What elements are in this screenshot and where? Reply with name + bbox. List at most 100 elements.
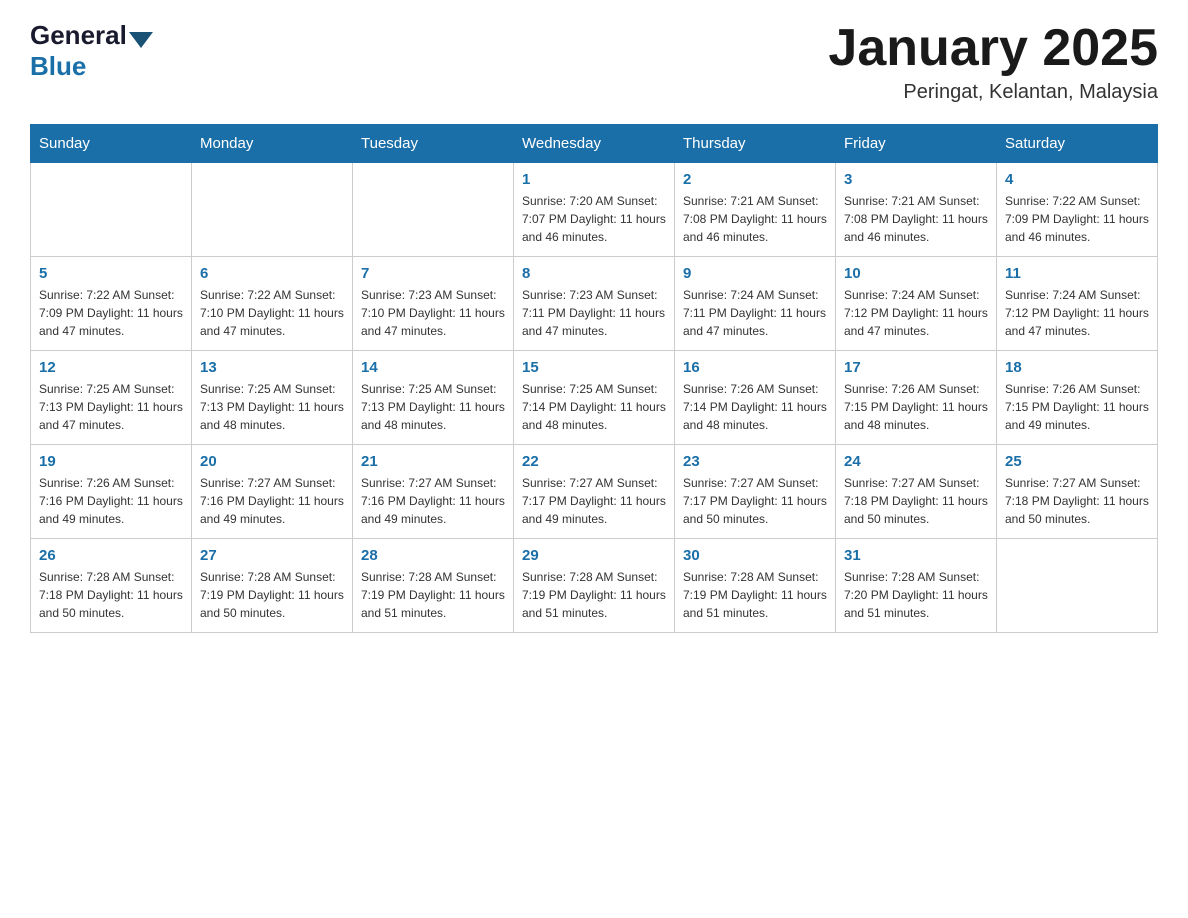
day-info: Sunrise: 7:27 AM Sunset: 7:17 PM Dayligh… [683,474,827,528]
calendar-week-row: 12 Sunrise: 7:25 AM Sunset: 7:13 PM Dayli… [31,351,1158,445]
day-info: Sunrise: 7:25 AM Sunset: 7:13 PM Dayligh… [200,380,344,434]
day-info: Sunrise: 7:28 AM Sunset: 7:20 PM Dayligh… [844,568,988,622]
calendar-cell: 10 Sunrise: 7:24 AM Sunset: 7:12 PM Dayli… [836,257,997,351]
day-number: 26 [39,547,183,564]
day-info: Sunrise: 7:21 AM Sunset: 7:08 PM Dayligh… [683,192,827,246]
day-info: Sunrise: 7:27 AM Sunset: 7:18 PM Dayligh… [844,474,988,528]
day-number: 5 [39,265,183,282]
day-info: Sunrise: 7:25 AM Sunset: 7:13 PM Dayligh… [39,380,183,434]
day-number: 13 [200,359,344,376]
day-info: Sunrise: 7:27 AM Sunset: 7:16 PM Dayligh… [361,474,505,528]
calendar-week-row: 26 Sunrise: 7:28 AM Sunset: 7:18 PM Dayli… [31,539,1158,633]
calendar-cell: 16 Sunrise: 7:26 AM Sunset: 7:14 PM Dayli… [675,351,836,445]
day-info: Sunrise: 7:28 AM Sunset: 7:19 PM Dayligh… [361,568,505,622]
calendar-cell [997,539,1158,633]
calendar-cell: 20 Sunrise: 7:27 AM Sunset: 7:16 PM Dayli… [192,445,353,539]
calendar-cell: 28 Sunrise: 7:28 AM Sunset: 7:19 PM Dayli… [353,539,514,633]
page-header: General Blue January 2025 Peringat, Kela… [30,20,1158,104]
day-info: Sunrise: 7:28 AM Sunset: 7:19 PM Dayligh… [200,568,344,622]
day-number: 10 [844,265,988,282]
calendar-cell: 21Sunrise: 7:27 AM Sunset: 7:16 PM Dayli… [353,445,514,539]
day-info: Sunrise: 7:21 AM Sunset: 7:08 PM Dayligh… [844,192,988,246]
day-info: Sunrise: 7:23 AM Sunset: 7:11 PM Dayligh… [522,286,666,340]
calendar-cell: 4 Sunrise: 7:22 AM Sunset: 7:09 PM Daylig… [997,163,1158,257]
day-info: Sunrise: 7:22 AM Sunset: 7:09 PM Dayligh… [39,286,183,340]
calendar-cell: 2Sunrise: 7:21 AM Sunset: 7:08 PM Daylig… [675,163,836,257]
day-info: Sunrise: 7:23 AM Sunset: 7:10 PM Dayligh… [361,286,505,340]
day-number: 17 [844,359,988,376]
calendar-cell [353,163,514,257]
day-info: Sunrise: 7:25 AM Sunset: 7:13 PM Dayligh… [361,380,505,434]
calendar-cell: 23 Sunrise: 7:27 AM Sunset: 7:17 PM Dayli… [675,445,836,539]
day-number: 24 [844,453,988,470]
month-title: January 2025 [828,20,1158,77]
day-number: 28 [361,547,505,564]
calendar-cell: 6 Sunrise: 7:22 AM Sunset: 7:10 PM Daylig… [192,257,353,351]
day-info: Sunrise: 7:27 AM Sunset: 7:18 PM Dayligh… [1005,474,1149,528]
day-info: Sunrise: 7:22 AM Sunset: 7:09 PM Dayligh… [1005,192,1149,246]
location-title: Peringat, Kelantan, Malaysia [828,81,1158,104]
day-number: 29 [522,547,666,564]
calendar-cell: 15Sunrise: 7:25 AM Sunset: 7:14 PM Dayli… [514,351,675,445]
calendar-cell: 8 Sunrise: 7:23 AM Sunset: 7:11 PM Daylig… [514,257,675,351]
calendar-cell: 27 Sunrise: 7:28 AM Sunset: 7:19 PM Dayli… [192,539,353,633]
calendar-cell: 24 Sunrise: 7:27 AM Sunset: 7:18 PM Dayli… [836,445,997,539]
day-number: 14 [361,359,505,376]
calendar-cell: 3 Sunrise: 7:21 AM Sunset: 7:08 PM Daylig… [836,163,997,257]
calendar-cell: 13 Sunrise: 7:25 AM Sunset: 7:13 PM Dayli… [192,351,353,445]
logo-arrow-icon [129,32,153,48]
calendar-cell: 7Sunrise: 7:23 AM Sunset: 7:10 PM Daylig… [353,257,514,351]
col-friday: Friday [836,125,997,163]
col-thursday: Thursday [675,125,836,163]
day-number: 12 [39,359,183,376]
logo: General Blue [30,20,155,82]
calendar-table: Sunday Monday Tuesday Wednesday Thursday… [30,124,1158,633]
day-number: 6 [200,265,344,282]
day-number: 23 [683,453,827,470]
day-info: Sunrise: 7:25 AM Sunset: 7:14 PM Dayligh… [522,380,666,434]
calendar-header-row: Sunday Monday Tuesday Wednesday Thursday… [31,125,1158,163]
calendar-cell: 11 Sunrise: 7:24 AM Sunset: 7:12 PM Dayli… [997,257,1158,351]
calendar-cell: 22Sunrise: 7:27 AM Sunset: 7:17 PM Dayli… [514,445,675,539]
day-info: Sunrise: 7:26 AM Sunset: 7:15 PM Dayligh… [844,380,988,434]
calendar-week-row: 19Sunrise: 7:26 AM Sunset: 7:16 PM Dayli… [31,445,1158,539]
calendar-cell: 25 Sunrise: 7:27 AM Sunset: 7:18 PM Dayli… [997,445,1158,539]
calendar-cell [31,163,192,257]
col-monday: Monday [192,125,353,163]
day-info: Sunrise: 7:26 AM Sunset: 7:14 PM Dayligh… [683,380,827,434]
day-info: Sunrise: 7:24 AM Sunset: 7:12 PM Dayligh… [1005,286,1149,340]
day-number: 25 [1005,453,1149,470]
calendar-cell: 12 Sunrise: 7:25 AM Sunset: 7:13 PM Dayli… [31,351,192,445]
day-number: 16 [683,359,827,376]
col-saturday: Saturday [997,125,1158,163]
day-info: Sunrise: 7:20 AM Sunset: 7:07 PM Dayligh… [522,192,666,246]
day-info: Sunrise: 7:22 AM Sunset: 7:10 PM Dayligh… [200,286,344,340]
day-number: 22 [522,453,666,470]
calendar-cell: 19Sunrise: 7:26 AM Sunset: 7:16 PM Dayli… [31,445,192,539]
col-tuesday: Tuesday [353,125,514,163]
calendar-week-row: 5 Sunrise: 7:22 AM Sunset: 7:09 PM Daylig… [31,257,1158,351]
calendar-cell: 30Sunrise: 7:28 AM Sunset: 7:19 PM Dayli… [675,539,836,633]
calendar-cell: 5 Sunrise: 7:22 AM Sunset: 7:09 PM Daylig… [31,257,192,351]
title-section: January 2025 Peringat, Kelantan, Malaysi… [828,20,1158,104]
day-number: 3 [844,171,988,188]
col-sunday: Sunday [31,125,192,163]
logo-general-text: General [30,20,127,51]
day-info: Sunrise: 7:28 AM Sunset: 7:18 PM Dayligh… [39,568,183,622]
day-number: 4 [1005,171,1149,188]
day-info: Sunrise: 7:28 AM Sunset: 7:19 PM Dayligh… [683,568,827,622]
day-number: 20 [200,453,344,470]
day-info: Sunrise: 7:26 AM Sunset: 7:16 PM Dayligh… [39,474,183,528]
day-info: Sunrise: 7:24 AM Sunset: 7:12 PM Dayligh… [844,286,988,340]
calendar-cell: 14 Sunrise: 7:25 AM Sunset: 7:13 PM Dayli… [353,351,514,445]
logo-blue-text: Blue [30,51,86,82]
day-info: Sunrise: 7:24 AM Sunset: 7:11 PM Dayligh… [683,286,827,340]
day-number: 8 [522,265,666,282]
calendar-cell: 17 Sunrise: 7:26 AM Sunset: 7:15 PM Dayli… [836,351,997,445]
day-number: 27 [200,547,344,564]
day-info: Sunrise: 7:27 AM Sunset: 7:16 PM Dayligh… [200,474,344,528]
day-number: 9 [683,265,827,282]
calendar-cell: 31 Sunrise: 7:28 AM Sunset: 7:20 PM Dayli… [836,539,997,633]
day-number: 11 [1005,265,1149,282]
day-number: 31 [844,547,988,564]
